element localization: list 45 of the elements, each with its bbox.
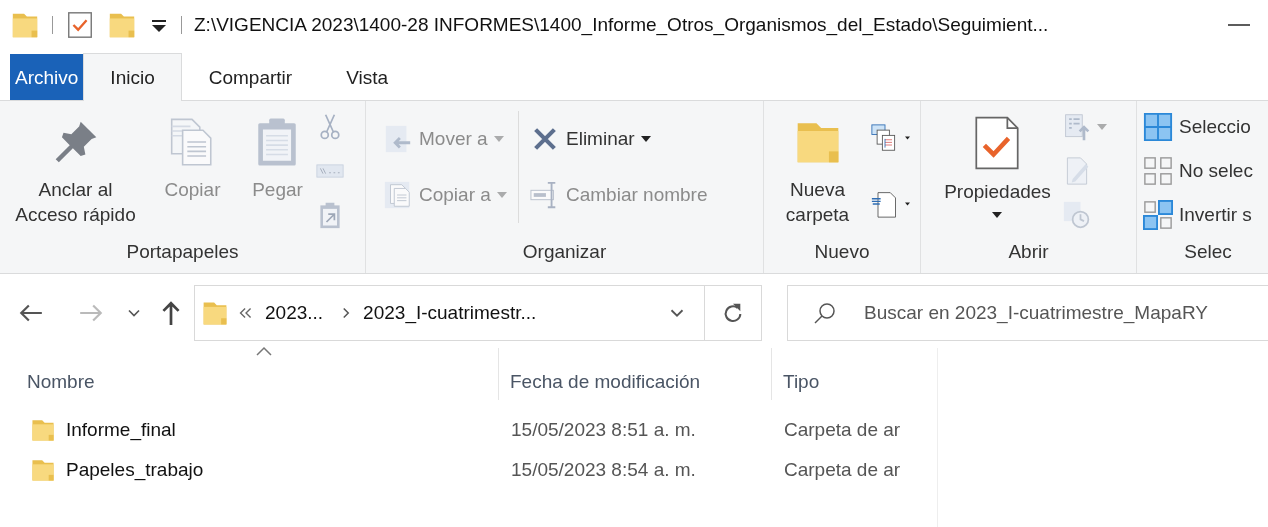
checkbox-icon[interactable] bbox=[65, 10, 95, 40]
ribbon-button[interactable]: Seleccio bbox=[1143, 107, 1268, 147]
ribbon-tab[interactable]: Compartir bbox=[181, 54, 320, 100]
group-label: Abrir bbox=[1007, 240, 1050, 264]
table-cell-text: Carpeta de ar bbox=[783, 419, 902, 441]
document-check-icon bbox=[974, 115, 1021, 171]
table-cell-text: 15/05/2023 8:54 a. m. bbox=[510, 459, 697, 481]
grid-mixed-icon bbox=[1143, 200, 1173, 230]
ribbon-button[interactable]: No selec bbox=[1143, 151, 1268, 191]
search-field[interactable]: Buscar en 2023_I-cuatrimestre_MapaRY bbox=[787, 285, 1268, 341]
ribbon-button[interactable]: Propiedades bbox=[938, 105, 1057, 218]
refresh-icon bbox=[722, 302, 744, 324]
search-icon bbox=[813, 301, 837, 325]
window-title: Z:\VIGENCIA 2023\1400-28 INFORMES\1400_Informe_Otros_Organismos_del_Estado\Seguimient... bbox=[194, 14, 1049, 36]
minimize-icon[interactable] bbox=[1228, 23, 1250, 27]
file-name[interactable]: Informe_final bbox=[66, 419, 176, 441]
document-lines-icon bbox=[871, 190, 899, 218]
document-arrow-icon bbox=[383, 124, 413, 154]
column-header[interactable]: Fecha de modificación bbox=[499, 348, 772, 400]
column-header[interactable]: Nombre bbox=[0, 348, 499, 400]
ribbon-icon-button[interactable] bbox=[871, 124, 910, 152]
group-label: Portapapeles bbox=[125, 240, 240, 264]
file-tab[interactable]: Archivo bbox=[10, 54, 84, 100]
column-header[interactable]: Tipo bbox=[772, 348, 924, 400]
list-arrow-icon bbox=[1063, 113, 1091, 141]
table-cell-text: Carpeta de ar bbox=[783, 459, 902, 481]
ribbon-button[interactable]: Invertir s bbox=[1143, 195, 1268, 235]
table-cell-text: 15/05/2023 8:51 a. m. bbox=[510, 419, 697, 441]
grid-outline-icon bbox=[1143, 156, 1173, 186]
clock-icon bbox=[1063, 201, 1091, 229]
group-label: Organizar bbox=[521, 240, 608, 264]
group-label: Nuevo bbox=[813, 240, 871, 264]
documents-icon bbox=[383, 180, 413, 210]
breadcrumb[interactable]: 2023... bbox=[265, 302, 324, 324]
ribbon-button[interactable]: Anclar al Acceso rápido bbox=[9, 105, 142, 227]
ribbon-tab[interactable]: Vista bbox=[319, 54, 416, 100]
grid-icon bbox=[1143, 112, 1173, 142]
file-name[interactable]: Papeles_trabajo bbox=[66, 459, 204, 481]
group-label: Selec bbox=[1183, 240, 1233, 264]
ribbon-button[interactable]: Nueva carpeta bbox=[779, 105, 856, 227]
ribbon-tab[interactable]: Inicio bbox=[83, 53, 182, 101]
address-bar[interactable]: 2023... 2023_I-cuatrimestr... bbox=[194, 285, 762, 341]
breadcrumb[interactable]: 2023_I-cuatrimestr... bbox=[363, 302, 537, 324]
ribbon-icon-button[interactable] bbox=[871, 190, 910, 218]
ribbon-button[interactable]: Eliminar bbox=[530, 119, 718, 159]
